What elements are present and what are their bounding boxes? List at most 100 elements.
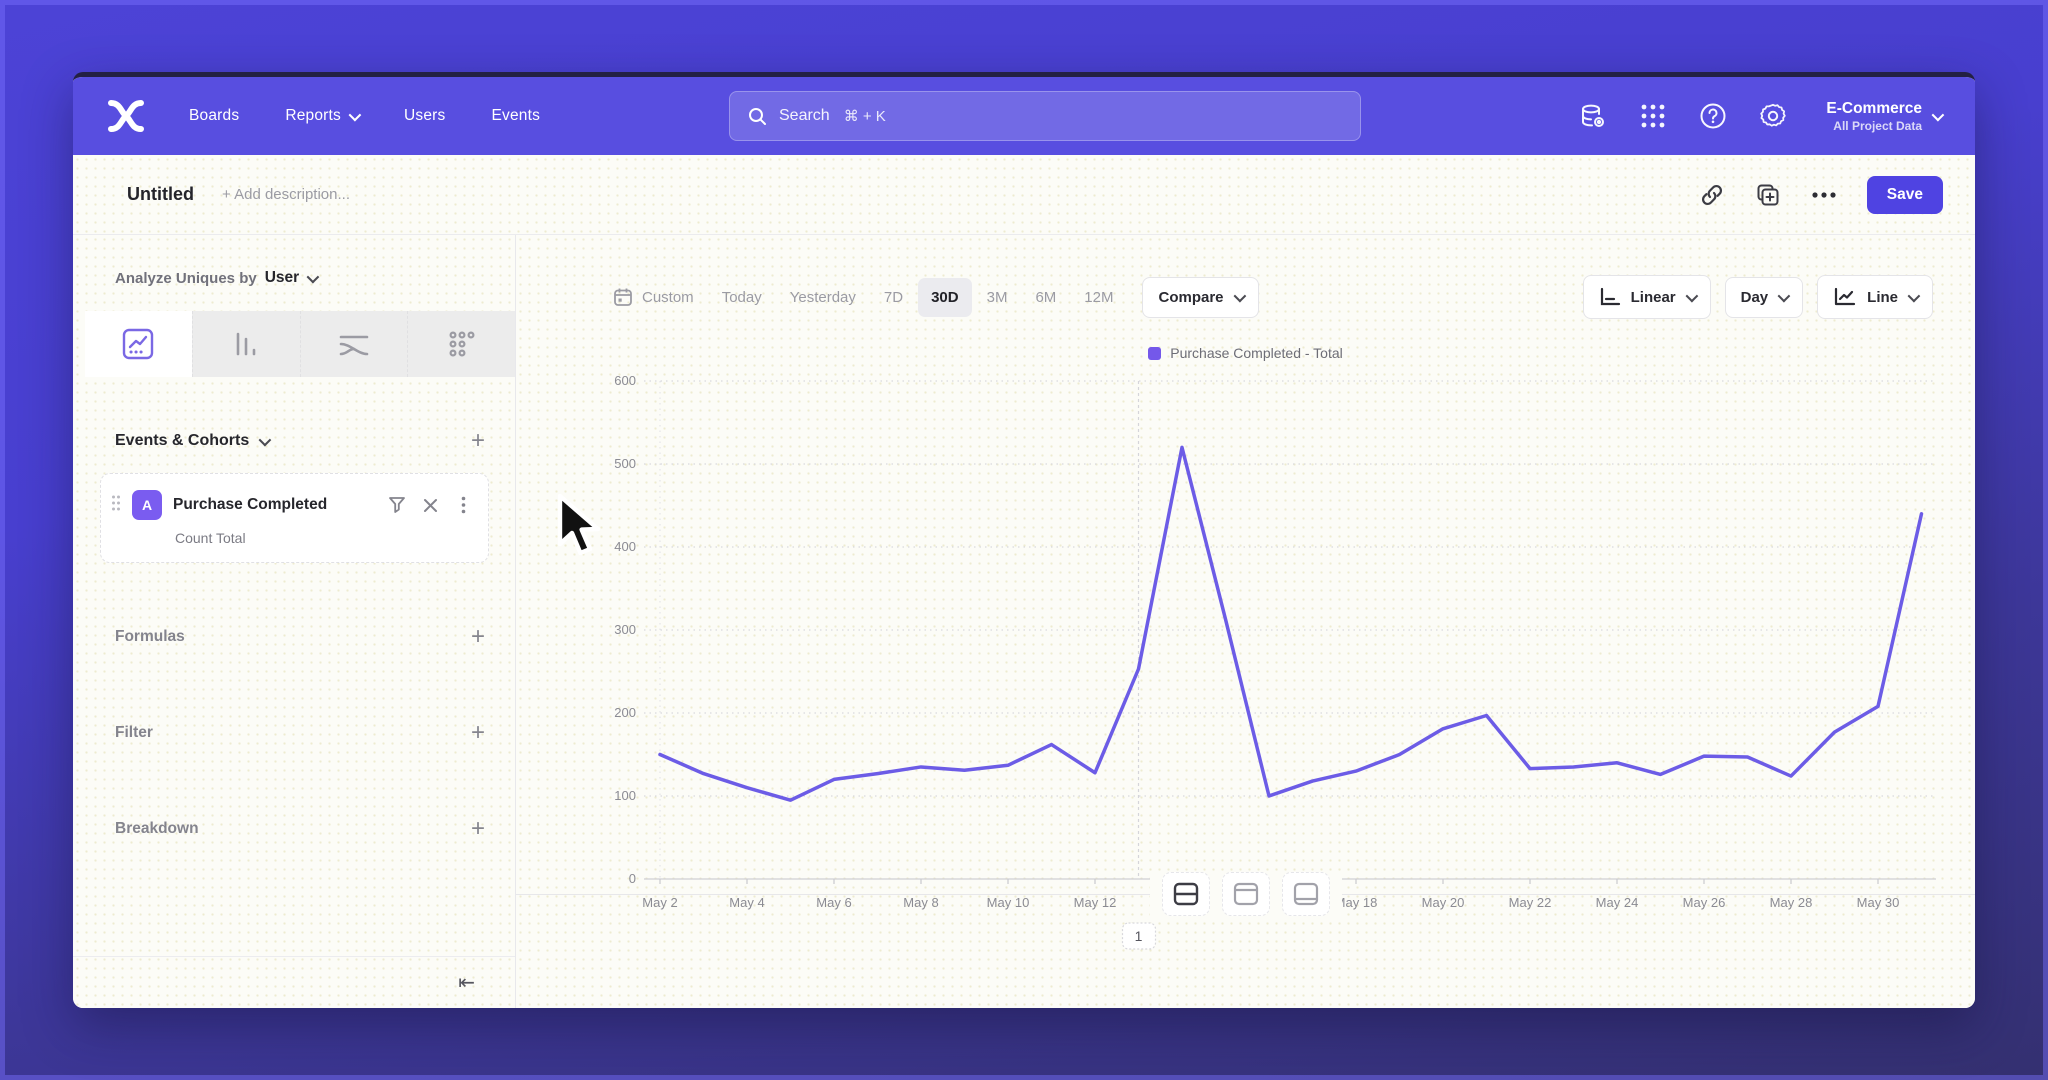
tab-flows[interactable] — [300, 311, 408, 377]
chevron-down-icon — [1685, 289, 1698, 302]
chart-controls-row: Custom Today Yesterday 7D 30D 3M 6M 12M … — [600, 275, 1933, 319]
y-axis-label: 100 — [614, 788, 636, 803]
breakdown-row: Breakdown + — [115, 817, 485, 841]
search-input[interactable]: Search ⌘ + K — [729, 91, 1361, 141]
scale-selector-button[interactable]: Linear — [1583, 275, 1711, 319]
nav-events[interactable]: Events — [491, 107, 540, 125]
nav-reports[interactable]: Reports — [285, 107, 358, 125]
query-sidebar: Analyze Uniques by User — [73, 235, 516, 1008]
nav-boards[interactable]: Boards — [189, 107, 239, 125]
duplicate-icon[interactable] — [1755, 182, 1781, 208]
filter-label: Filter — [115, 724, 153, 742]
y-axis-label: 600 — [614, 373, 636, 388]
date-range-group: Custom Today Yesterday 7D 30D 3M 6M 12M … — [600, 276, 1259, 318]
formulas-label: Formulas — [115, 628, 185, 646]
svg-text:1: 1 — [1135, 928, 1143, 944]
range-7d-button[interactable]: 7D — [871, 278, 916, 317]
add-description-placeholder[interactable]: + Add description... — [222, 186, 350, 203]
layout-split-button[interactable] — [1162, 872, 1210, 916]
chevron-down-icon — [1908, 289, 1921, 302]
event-name: Purchase Completed — [173, 496, 327, 514]
events-cohorts-title[interactable]: Events & Cohorts — [115, 432, 268, 450]
chart-type-selector-button[interactable]: Line — [1817, 275, 1933, 319]
chevron-down-icon — [1233, 289, 1246, 302]
copy-link-icon[interactable] — [1699, 182, 1725, 208]
bar-chart-icon — [229, 327, 263, 361]
chevron-down-icon — [259, 433, 272, 446]
more-ellipsis-icon[interactable] — [1811, 182, 1837, 208]
line-chart-icon — [1833, 287, 1857, 307]
add-breakdown-button[interactable]: + — [471, 817, 485, 841]
event-count-type[interactable]: Count Total — [175, 530, 474, 546]
compare-button[interactable]: Compare — [1142, 277, 1258, 318]
sidebar-footer: ⇤ — [73, 956, 515, 1008]
tab-bar-chart[interactable] — [192, 311, 300, 377]
line-chart-svg[interactable]: 01002003004005006001May 2May 4May 6May 8… — [586, 367, 1956, 959]
analyze-uniques-selector[interactable]: Analyze Uniques by User — [115, 269, 515, 287]
project-subtitle: All Project Data — [1826, 119, 1922, 133]
chevron-down-icon — [1932, 108, 1945, 121]
layout-bottom-icon — [1293, 882, 1319, 906]
layout-toggle-group — [1150, 872, 1342, 916]
tab-funnel-dots[interactable] — [407, 311, 515, 377]
range-3m-button[interactable]: 3M — [974, 278, 1021, 317]
report-toolbar: Untitled + Add description... Save — [73, 155, 1975, 235]
insights-line-icon — [121, 327, 155, 361]
data-management-icon[interactable] — [1578, 101, 1608, 131]
help-icon[interactable] — [1698, 101, 1728, 131]
legend-label: Purchase Completed - Total — [1170, 345, 1343, 361]
settings-gear-icon[interactable] — [1758, 101, 1788, 131]
event-card-purchase-completed[interactable]: A Purchase Completed Count Total — [100, 473, 489, 563]
range-custom-button[interactable]: Custom — [600, 276, 707, 318]
chart-type-tabstrip — [85, 311, 515, 377]
report-title[interactable]: Untitled — [127, 184, 194, 205]
kebab-menu-icon[interactable] — [452, 494, 474, 516]
add-formula-button[interactable]: + — [471, 625, 485, 649]
add-filter-button[interactable]: + — [471, 721, 485, 745]
filter-funnel-icon[interactable] — [386, 494, 408, 516]
linear-axis-icon — [1599, 287, 1621, 307]
analyze-label: Analyze Uniques by — [115, 270, 257, 287]
layout-toggle-row — [516, 872, 1975, 916]
range-today-button[interactable]: Today — [709, 278, 775, 317]
range-30d-button[interactable]: 30D — [918, 278, 972, 317]
save-button[interactable]: Save — [1867, 176, 1943, 214]
project-selector[interactable]: E-Commerce All Project Data — [1826, 99, 1941, 132]
layout-top-button[interactable] — [1222, 872, 1270, 916]
layout-bottom-button[interactable] — [1282, 872, 1330, 916]
nav-users[interactable]: Users — [404, 107, 445, 125]
collapse-sidebar-icon[interactable]: ⇤ — [458, 970, 475, 995]
chevron-down-icon — [1778, 289, 1791, 302]
display-controls-group: Linear Day Line — [1583, 275, 1933, 319]
layout-top-icon — [1233, 882, 1259, 906]
analyze-value: User — [265, 269, 299, 287]
y-axis-label: 500 — [614, 456, 636, 471]
chevron-down-icon — [349, 108, 362, 121]
event-letter-badge: A — [132, 490, 162, 520]
toolbar-actions: Save — [1699, 176, 1943, 214]
y-axis-label: 200 — [614, 705, 636, 720]
range-12m-button[interactable]: 12M — [1071, 278, 1126, 317]
project-name: E-Commerce — [1826, 99, 1922, 118]
remove-event-icon[interactable] — [419, 494, 441, 516]
flows-icon — [336, 327, 372, 361]
interval-selector-button[interactable]: Day — [1725, 277, 1804, 318]
y-axis-label: 400 — [614, 539, 636, 554]
filter-row: Filter + — [115, 721, 485, 745]
chart-legend: Purchase Completed - Total — [516, 345, 1975, 361]
layout-split-icon — [1173, 882, 1199, 906]
range-6m-button[interactable]: 6M — [1022, 278, 1069, 317]
range-yesterday-button[interactable]: Yesterday — [777, 278, 869, 317]
add-event-button[interactable]: + — [471, 429, 485, 453]
header-actions: E-Commerce All Project Data — [1578, 99, 1941, 132]
tab-insights-line[interactable] — [85, 311, 192, 377]
drag-handle-icon[interactable] — [111, 495, 121, 516]
series-line[interactable] — [660, 447, 1922, 800]
mixpanel-logo-icon[interactable] — [103, 96, 149, 136]
breakdown-label: Breakdown — [115, 820, 199, 838]
main-nav: Boards Reports Users Events — [189, 107, 540, 125]
app-body: Analyze Uniques by User — [73, 235, 1975, 1008]
apps-grid-icon[interactable] — [1638, 101, 1668, 131]
chevron-down-icon — [307, 270, 320, 283]
search-placeholder: Search — [779, 107, 830, 125]
